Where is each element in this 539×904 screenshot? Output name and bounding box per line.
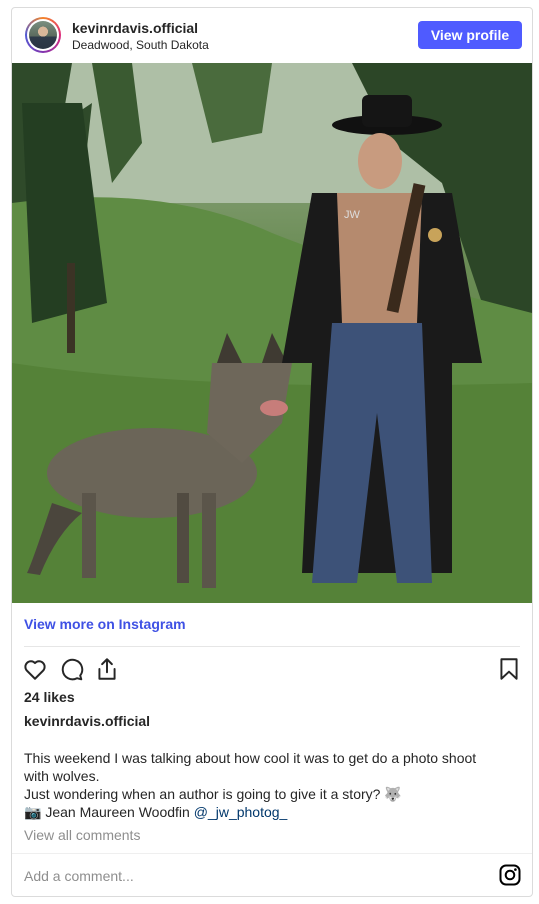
view-all-comments-link[interactable]: View all comments [24, 827, 140, 843]
header-location[interactable]: Deadwood, South Dakota [72, 38, 209, 52]
post-caption: This weekend I was talking about how coo… [24, 749, 520, 821]
add-comment-input[interactable]: Add a comment... [24, 868, 134, 884]
instagram-icon[interactable] [498, 863, 522, 887]
header-username[interactable]: kevinrdavis.official [72, 20, 198, 36]
comment-icon[interactable] [58, 656, 84, 682]
caption-line: This weekend I was talking about how coo… [24, 750, 477, 766]
photo-watermark: JW [344, 209, 361, 221]
action-bar [22, 656, 522, 686]
bookmark-icon[interactable] [496, 656, 522, 682]
post-header: kevinrdavis.official Deadwood, South Dak… [12, 8, 532, 64]
instagram-embed-card: kevinrdavis.official Deadwood, South Dak… [11, 7, 533, 897]
credit-text: 📷 Jean Maureen Woodfin [24, 804, 194, 820]
divider [24, 646, 520, 647]
photographer-mention-link[interactable]: @_jw_photog_ [194, 804, 288, 820]
heart-icon[interactable] [22, 656, 48, 682]
avatar-image [29, 21, 57, 49]
view-profile-button[interactable]: View profile [418, 21, 522, 49]
avatar[interactable] [25, 17, 61, 53]
caption-line: with wolves. [24, 768, 100, 784]
caption-credit-line: 📷 Jean Maureen Woodfin @_jw_photog_ [24, 803, 520, 821]
view-more-link[interactable]: View more on Instagram [24, 616, 186, 632]
post-photo[interactable]: JW [12, 63, 532, 603]
share-icon[interactable] [94, 656, 120, 682]
likes-count[interactable]: 24 likes [24, 689, 75, 705]
caption-line: Just wondering when an author is going t… [24, 786, 402, 802]
divider [12, 853, 532, 854]
caption-username[interactable]: kevinrdavis.official [24, 713, 150, 729]
photo-illustration: JW [12, 63, 532, 603]
